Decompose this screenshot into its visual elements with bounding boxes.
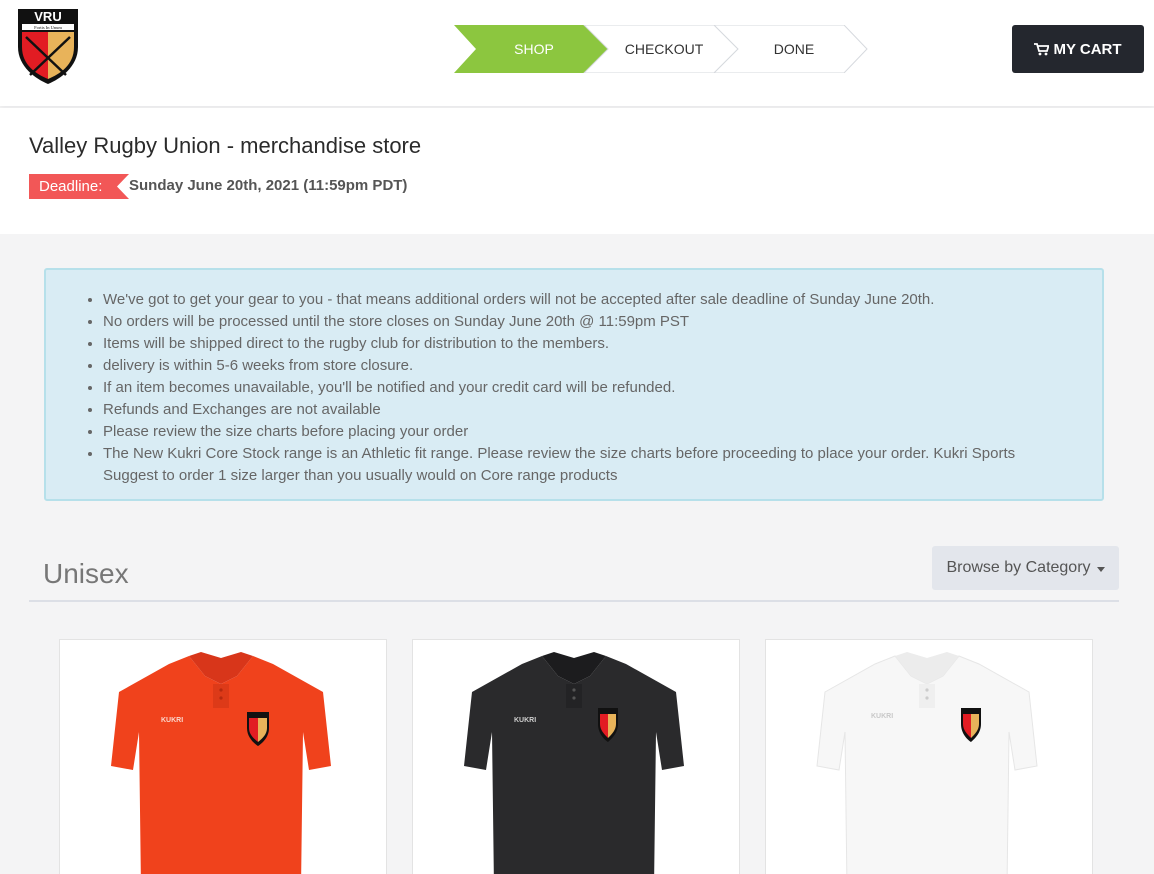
vru-logo[interactable]: VRU Fortis In Unum [16, 7, 80, 85]
svg-text:KUKRI: KUKRI [161, 717, 183, 724]
store-header: Valley Rugby Union - merchandise store D… [0, 108, 1154, 234]
section-divider [29, 600, 1119, 602]
product-card-black-polo[interactable]: KUKRI [412, 639, 740, 874]
notice-list: We've got to get your gear to you - that… [103, 289, 1073, 487]
section-title: Unisex [43, 558, 129, 589]
shopping-cart-icon [1034, 42, 1050, 55]
product-card-red-polo[interactable]: KUKRI [59, 639, 387, 874]
product-card-white-polo[interactable]: KUKRI [765, 639, 1093, 874]
step-checkout[interactable]: CHECKOUT [604, 25, 724, 73]
caret-down-icon [1096, 566, 1105, 572]
top-navbar: VRU Fortis In Unum SHOP CHECKOUT DONE MY… [0, 0, 1154, 106]
white-polo-image: KUKRI [816, 652, 1038, 874]
svg-text:KUKRI: KUKRI [514, 717, 536, 724]
step-shop[interactable]: SHOP [476, 25, 592, 73]
notice-item: Refunds and Exchanges are not available [103, 399, 1073, 421]
red-polo-image: KUKRI [111, 652, 331, 874]
my-cart-label: MY CART [1053, 40, 1122, 58]
browse-category-dropdown[interactable]: Browse by Category [932, 546, 1119, 590]
notice-item: The New Kukri Core Stock range is an Ath… [103, 443, 1073, 487]
step-done[interactable]: DONE [734, 25, 854, 73]
deadline-label: Deadline: [39, 178, 103, 195]
notice-item: delivery is within 5-6 weeks from store … [103, 355, 1073, 377]
notice-item: Please review the size charts before pla… [103, 421, 1073, 443]
black-polo-image: KUKRI [464, 652, 684, 874]
page-title: Valley Rugby Union - merchandise store [29, 133, 422, 158]
notice-item: Items will be shipped direct to the rugb… [103, 333, 1073, 355]
svg-text:VRU: VRU [34, 9, 61, 24]
notice-item: If an item becomes unavailable, you'll b… [103, 377, 1073, 399]
notice-item: We've got to get your gear to you - that… [103, 289, 1073, 311]
browse-category-label: Browse by Category [946, 559, 1091, 576]
svg-text:KUKRI: KUKRI [871, 713, 893, 720]
deadline-value: Sunday June 20th, 2021 (11:59pm PDT) [129, 177, 408, 194]
my-cart-button[interactable]: MY CART [1012, 25, 1144, 73]
svg-text:Fortis In Unum: Fortis In Unum [34, 25, 62, 30]
notice-item: No orders will be processed until the st… [103, 311, 1073, 333]
store-notice: We've got to get your gear to you - that… [44, 268, 1104, 501]
checkout-steps: SHOP CHECKOUT DONE [454, 25, 868, 73]
